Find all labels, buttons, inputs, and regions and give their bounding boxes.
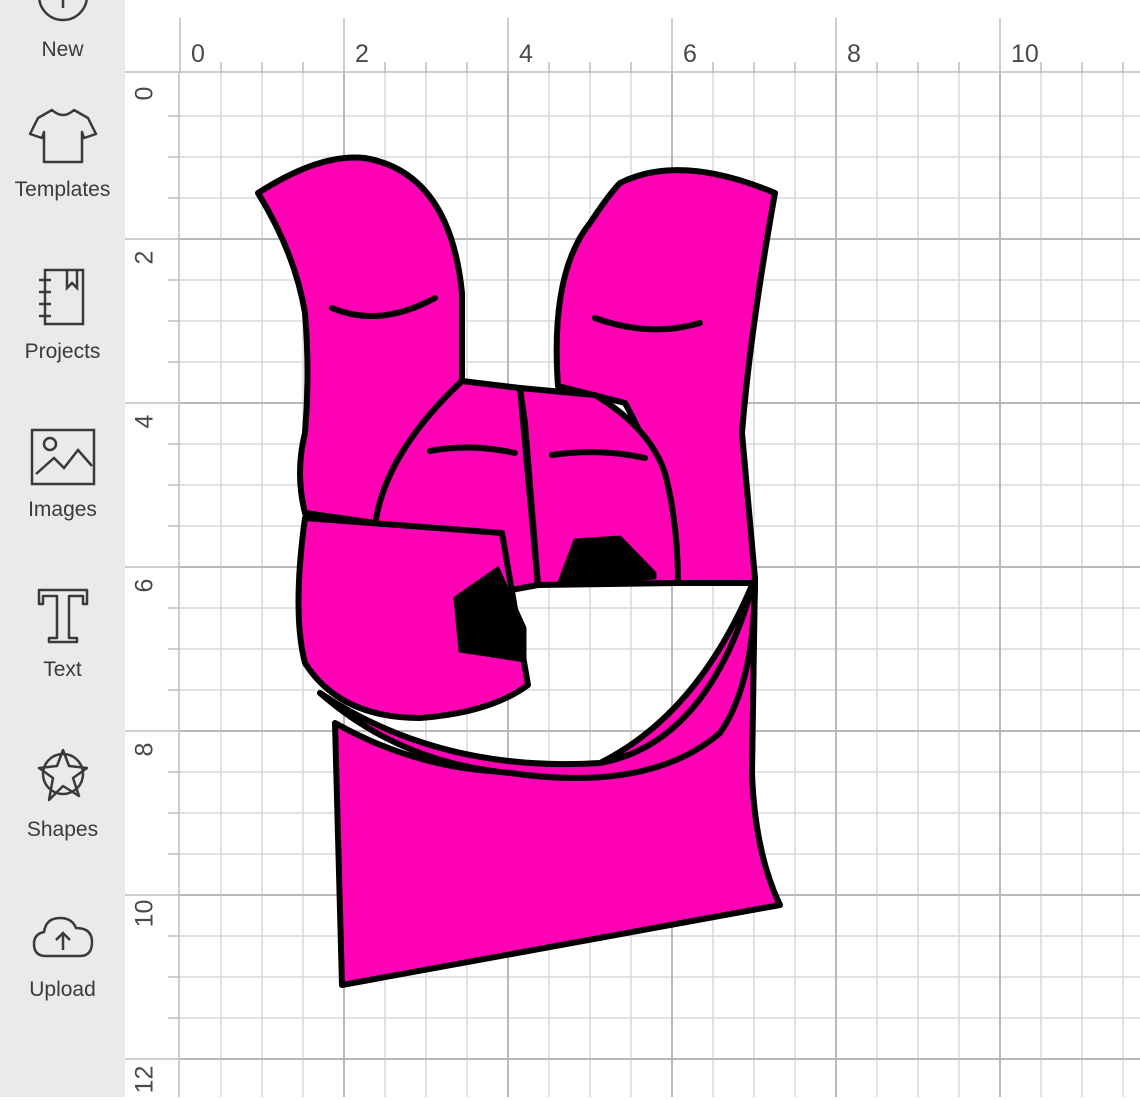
- shapes-icon: [27, 740, 99, 812]
- ruler-v-label: 8: [130, 742, 159, 757]
- text-button[interactable]: Text: [0, 580, 125, 730]
- projects-button[interactable]: Projects: [0, 262, 125, 412]
- projects-label: Projects: [24, 340, 101, 363]
- horizontal-ruler[interactable]: 0 2 4 6 8 10: [125, 18, 1140, 73]
- new-label: New: [41, 38, 84, 61]
- design-canvas[interactable]: [180, 73, 1140, 1097]
- text-icon: [27, 580, 99, 652]
- ruler-h-label: 8: [847, 40, 861, 68]
- ruler-h-label: 4: [519, 40, 533, 68]
- ruler-v-label: 6: [130, 578, 159, 593]
- templates-button[interactable]: Templates: [0, 100, 125, 250]
- tshirt-icon: [27, 100, 99, 172]
- image-icon: [27, 420, 99, 492]
- images-label: Images: [28, 498, 97, 521]
- ruler-v-label: 12: [130, 1065, 159, 1094]
- ruler-v-label: 0: [130, 86, 159, 101]
- upload-label: Upload: [29, 978, 96, 1001]
- templates-label: Templates: [14, 178, 111, 201]
- notebook-icon: [27, 262, 99, 334]
- ruler-h-label: 6: [683, 40, 697, 68]
- ruler-v-label: 4: [130, 414, 159, 429]
- new-icon: [27, 0, 99, 32]
- images-button[interactable]: Images: [0, 420, 125, 570]
- ruler-h-label: 0: [191, 40, 205, 68]
- vertical-ruler[interactable]: 0 2 4 6 8 10 12: [125, 73, 180, 1097]
- shapes-label: Shapes: [26, 818, 99, 841]
- upload-button[interactable]: Upload: [0, 900, 125, 1050]
- top-bar: [125, 0, 1140, 19]
- ruler-v-label: 2: [130, 250, 159, 265]
- ruler-h-label: 10: [1011, 40, 1039, 68]
- text-label: Text: [43, 658, 82, 681]
- left-sidebar: New Templates Projects Images Text Shape…: [0, 0, 125, 1097]
- ruler-h-label: 2: [355, 40, 369, 68]
- cloud-upload-icon: [27, 900, 99, 972]
- new-button[interactable]: New: [0, 0, 125, 110]
- ruler-v-label: 10: [130, 899, 159, 928]
- shapes-button[interactable]: Shapes: [0, 740, 125, 890]
- rock-hand-graphic[interactable]: [255, 154, 783, 988]
